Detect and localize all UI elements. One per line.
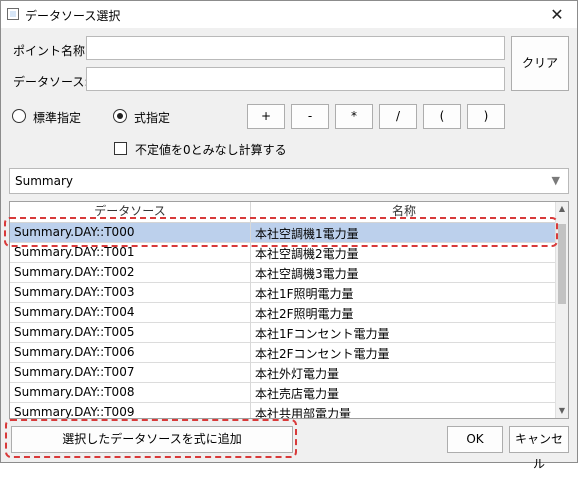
- table-header: データソース 名称: [10, 202, 557, 223]
- table-row[interactable]: Summary.DAY::T001 本社空調機2電力量: [10, 243, 557, 263]
- data-source-field[interactable]: [86, 67, 505, 91]
- scrollbar-thumb[interactable]: [558, 224, 566, 304]
- name-cell: 本社空調機1電力量: [255, 227, 359, 241]
- standard-radio-label: 標準指定: [33, 111, 82, 125]
- data-source-cell: Summary.DAY::T006: [14, 345, 135, 359]
- table-row[interactable]: Summary.DAY::T008 本社売店電力量: [10, 383, 557, 403]
- close-button[interactable]: ✕: [537, 1, 577, 28]
- table-row[interactable]: Summary.DAY::T002 本社空調機3電力量: [10, 263, 557, 283]
- ok-button[interactable]: OK: [447, 426, 503, 453]
- point-name-label: ポイント名称:: [13, 44, 90, 58]
- column-header-data-source[interactable]: データソース: [10, 202, 250, 222]
- table-row[interactable]: Summary.DAY::T005 本社1Fコンセント電力量: [10, 323, 557, 343]
- table-row[interactable]: Summary.DAY::T000 本社空調機1電力量: [10, 223, 557, 243]
- chevron-down-icon[interactable]: ▼: [552, 174, 560, 187]
- divide-button[interactable]: /: [379, 104, 417, 129]
- name-cell: 本社2Fコンセント電力量: [255, 347, 390, 361]
- name-cell: 本社1F照明電力量: [255, 287, 354, 301]
- data-source-cell: Summary.DAY::T000: [14, 225, 135, 239]
- formula-radio-label: 式指定: [134, 111, 171, 125]
- name-cell: 本社空調機2電力量: [255, 247, 359, 261]
- undefined-as-zero-checkbox[interactable]: [114, 142, 127, 155]
- table-row[interactable]: Summary.DAY::T006 本社2Fコンセント電力量: [10, 343, 557, 363]
- clear-button[interactable]: クリア: [511, 36, 569, 91]
- window-icon: [7, 8, 19, 20]
- scroll-up-icon[interactable]: ▲: [556, 202, 568, 216]
- data-source-cell: Summary.DAY::T001: [14, 245, 135, 259]
- standard-radio[interactable]: [12, 109, 26, 123]
- undefined-as-zero-label: 不定値を0とみなし計算する: [135, 143, 287, 157]
- minus-button[interactable]: -: [291, 104, 329, 129]
- title-bar: データソース選択 ✕: [1, 1, 577, 28]
- window-title: データソース選択: [25, 9, 121, 23]
- data-source-select-dialog: データソース選択 ✕ ポイント名称: データソース: クリア 標準指定 式指定 …: [0, 0, 578, 471]
- data-source-cell: Summary.DAY::T005: [14, 325, 135, 339]
- name-cell: 本社1Fコンセント電力量: [255, 327, 390, 341]
- source-combo[interactable]: Summary ▼: [9, 168, 569, 194]
- table-row[interactable]: Summary.DAY::T003 本社1F照明電力量: [10, 283, 557, 303]
- column-header-name[interactable]: 名称: [251, 202, 557, 222]
- name-cell: 本社共用部電力量: [255, 407, 352, 419]
- column-divider: [250, 202, 251, 418]
- table-row[interactable]: Summary.DAY::T004 本社2F照明電力量: [10, 303, 557, 323]
- data-source-cell: Summary.DAY::T009: [14, 405, 135, 419]
- point-name-field[interactable]: [86, 36, 505, 60]
- name-cell: 本社売店電力量: [255, 387, 340, 401]
- plus-button[interactable]: +: [247, 104, 285, 129]
- source-combo-value: Summary: [15, 174, 73, 188]
- data-source-table: データソース 名称 Summary.DAY::T000 本社空調機1電力量 Summ…: [9, 201, 569, 419]
- data-source-cell: Summary.DAY::T002: [14, 265, 135, 279]
- table-row[interactable]: Summary.DAY::T009 本社共用部電力量: [10, 403, 557, 419]
- scroll-down-icon[interactable]: ▼: [556, 404, 568, 418]
- name-cell: 本社空調機3電力量: [255, 267, 359, 281]
- data-source-cell: Summary.DAY::T007: [14, 365, 135, 379]
- add-to-formula-button[interactable]: 選択したデータソースを式に追加: [11, 426, 293, 453]
- name-cell: 本社2F照明電力量: [255, 307, 354, 321]
- open-paren-button[interactable]: (: [423, 104, 461, 129]
- vertical-scrollbar[interactable]: ▲ ▼: [555, 202, 568, 418]
- data-source-cell: Summary.DAY::T003: [14, 285, 135, 299]
- multiply-button[interactable]: *: [335, 104, 373, 129]
- close-paren-button[interactable]: ): [467, 104, 505, 129]
- cancel-button[interactable]: キャンセル: [509, 426, 569, 471]
- table-row[interactable]: Summary.DAY::T007 本社外灯電力量: [10, 363, 557, 383]
- formula-radio[interactable]: [113, 109, 127, 123]
- data-source-cell: Summary.DAY::T008: [14, 385, 135, 399]
- name-cell: 本社外灯電力量: [255, 367, 340, 381]
- data-source-label: データソース:: [13, 75, 89, 89]
- formula-radio-dot: [117, 113, 123, 119]
- data-source-cell: Summary.DAY::T004: [14, 305, 135, 319]
